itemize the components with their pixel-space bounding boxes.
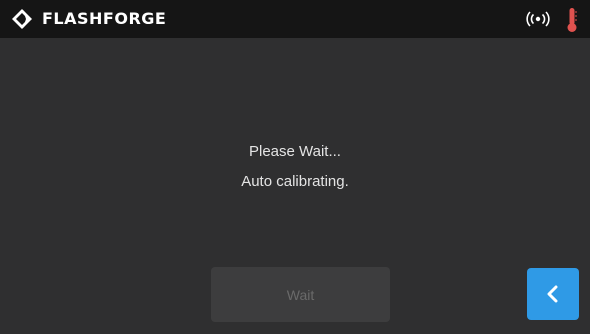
chevron-left-icon bbox=[547, 285, 558, 303]
printer-screen: FLASHFORGE Please Wait... Auto calibrati… bbox=[0, 0, 590, 334]
status-title: Please Wait... bbox=[249, 143, 341, 160]
brand-name: FLASHFORGE bbox=[42, 9, 167, 28]
thermometer-icon[interactable] bbox=[566, 7, 578, 33]
top-bar: FLASHFORGE bbox=[0, 0, 590, 38]
wait-button[interactable]: Wait bbox=[211, 267, 390, 322]
brand-logo: FLASHFORGE bbox=[12, 9, 166, 29]
status-message: Auto calibrating. bbox=[241, 173, 349, 190]
flashforge-logo-icon bbox=[12, 9, 32, 29]
back-button[interactable] bbox=[527, 268, 579, 320]
wifi-signal-icon[interactable] bbox=[526, 11, 550, 27]
